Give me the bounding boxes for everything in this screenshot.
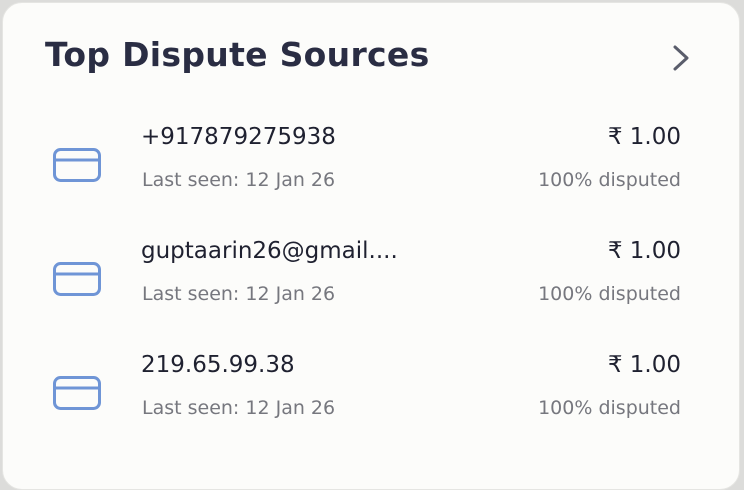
disputed-percentage: 100% disputed (538, 397, 681, 419)
source-identifier: 219.65.99.38 (141, 352, 295, 378)
amount-value: ₹ 1.00 (607, 124, 681, 150)
last-seen-text: Last seen: 12 Jan 26 (142, 283, 336, 305)
last-seen-text: Last seen: 12 Jan 26 (142, 397, 336, 419)
amount-value: ₹ 1.00 (607, 238, 681, 264)
source-identifier: guptaarin26@gmail.... (141, 238, 398, 264)
top-dispute-sources-card: Top Dispute Sources +917879275938 Last s… (2, 2, 740, 490)
credit-card-icon (53, 148, 101, 182)
amount-value: ₹ 1.00 (607, 352, 681, 378)
disputed-percentage: 100% disputed (538, 169, 681, 191)
credit-card-icon (53, 262, 101, 296)
list-item[interactable]: +917879275938 Last seen: 12 Jan 26 ₹ 1.0… (3, 124, 741, 214)
list-item[interactable]: guptaarin26@gmail.... Last seen: 12 Jan … (3, 238, 741, 328)
credit-card-icon (53, 376, 101, 410)
list-item[interactable]: 219.65.99.38 Last seen: 12 Jan 26 ₹ 1.00… (3, 352, 741, 442)
last-seen-text: Last seen: 12 Jan 26 (142, 169, 336, 191)
chevron-right-icon[interactable] (669, 41, 693, 75)
card-title: Top Dispute Sources (45, 35, 430, 74)
disputed-percentage: 100% disputed (538, 283, 681, 305)
source-identifier: +917879275938 (141, 124, 336, 150)
